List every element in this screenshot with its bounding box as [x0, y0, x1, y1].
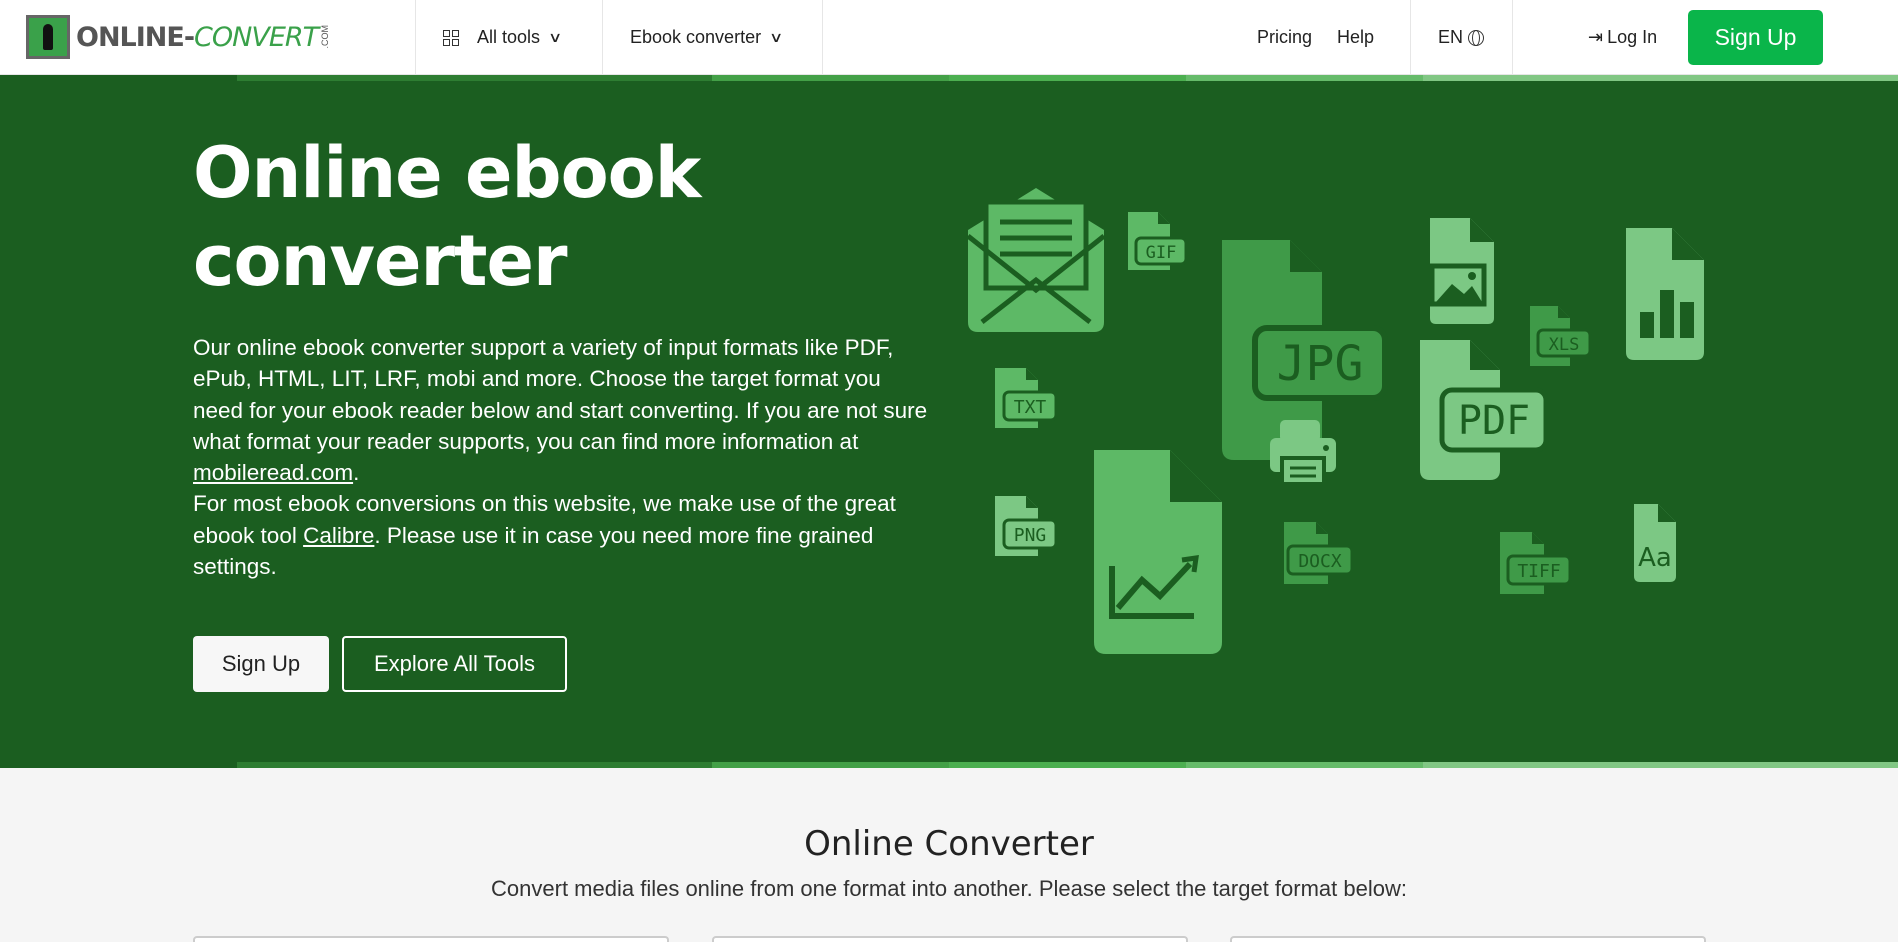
svg-text:JPG: JPG: [1277, 336, 1364, 392]
header-signup-button[interactable]: Sign Up: [1688, 10, 1823, 65]
top-navigation-bar: ONLINE-CONVERT .COM All tools ∨ Ebook co…: [0, 0, 1898, 75]
hero-title: Online ebook converter: [193, 132, 701, 302]
pricing-link[interactable]: Pricing: [1257, 0, 1312, 75]
grid-icon: [443, 29, 459, 46]
login-icon: ⇥: [1588, 27, 1604, 47]
converter-card[interactable]: [193, 936, 669, 942]
all-tools-label: All tools: [477, 27, 541, 47]
tiff-file-icon: TIFF: [1500, 532, 1572, 594]
help-link[interactable]: Help: [1337, 0, 1374, 75]
logo-mark-icon: [26, 15, 70, 59]
svg-text:PNG: PNG: [1014, 525, 1047, 546]
nav-divider: [1410, 0, 1411, 75]
converter-section: Online Converter Convert media files onl…: [0, 768, 1898, 942]
svg-text:TXT: TXT: [1014, 397, 1047, 418]
svg-text:GIF: GIF: [1146, 243, 1177, 263]
gif-file-icon: GIF: [1128, 212, 1188, 270]
hero-signup-button[interactable]: Sign Up: [193, 636, 329, 692]
xls-file-icon: XLS: [1530, 306, 1592, 366]
all-tools-dropdown[interactable]: All tools ∨: [443, 0, 563, 75]
hero-description: Our online ebook converter support a var…: [193, 335, 928, 580]
calibre-link[interactable]: Calibre: [303, 523, 374, 548]
ebook-converter-dropdown[interactable]: Ebook converter ∨: [630, 0, 784, 75]
site-logo[interactable]: ONLINE-CONVERT .COM: [26, 15, 330, 59]
svg-text:DOCX: DOCX: [1298, 551, 1342, 572]
nav-divider: [1512, 0, 1513, 75]
txt-file-icon: TXT: [995, 368, 1058, 428]
hero-section: Online ebook converter Our online ebook …: [0, 75, 1898, 768]
nav-divider: [602, 0, 603, 75]
svg-text:Aa: Aa: [1638, 543, 1672, 573]
login-link[interactable]: ⇥ Log In: [1588, 0, 1657, 75]
hero-top-stripe: [0, 75, 1898, 81]
pdf-file-icon: PDF: [1420, 340, 1549, 480]
section-title: Online Converter: [804, 824, 1094, 864]
envelope-icon: [966, 188, 1106, 332]
svg-text:PDF: PDF: [1458, 398, 1530, 444]
line-chart-file-icon: [1094, 450, 1222, 654]
png-file-icon: PNG: [995, 496, 1058, 556]
docx-file-icon: DOCX: [1284, 522, 1354, 584]
file-format-illustration: GIF JPG XLS TXT PDF PNG DOCX TIFF Aa: [966, 188, 1704, 654]
logo-com-text: .COM: [320, 25, 331, 49]
nav-divider: [822, 0, 823, 75]
chevron-down-icon: ∨: [769, 29, 784, 45]
explore-all-tools-button[interactable]: Explore All Tools: [342, 636, 567, 692]
converter-card[interactable]: [1230, 936, 1706, 942]
converter-card[interactable]: [712, 936, 1188, 942]
login-label: Log In: [1607, 27, 1658, 47]
ebook-converter-label: Ebook converter: [630, 27, 762, 47]
svg-text:XLS: XLS: [1549, 335, 1580, 355]
image-file-icon: [1429, 218, 1494, 324]
logo-text: ONLINE-CONVERT: [76, 21, 319, 53]
nav-divider: [415, 0, 416, 75]
globe-icon: [1468, 29, 1485, 46]
bar-chart-file-icon: [1626, 228, 1704, 360]
chevron-down-icon: ∨: [547, 29, 563, 45]
language-selector[interactable]: EN: [1438, 0, 1485, 75]
mobileread-link[interactable]: mobileread.com: [193, 460, 353, 485]
font-file-icon: Aa: [1634, 504, 1676, 582]
svg-text:TIFF: TIFF: [1517, 561, 1560, 582]
section-subtitle: Convert media files online from one form…: [491, 876, 1407, 901]
language-label: EN: [1438, 27, 1464, 47]
